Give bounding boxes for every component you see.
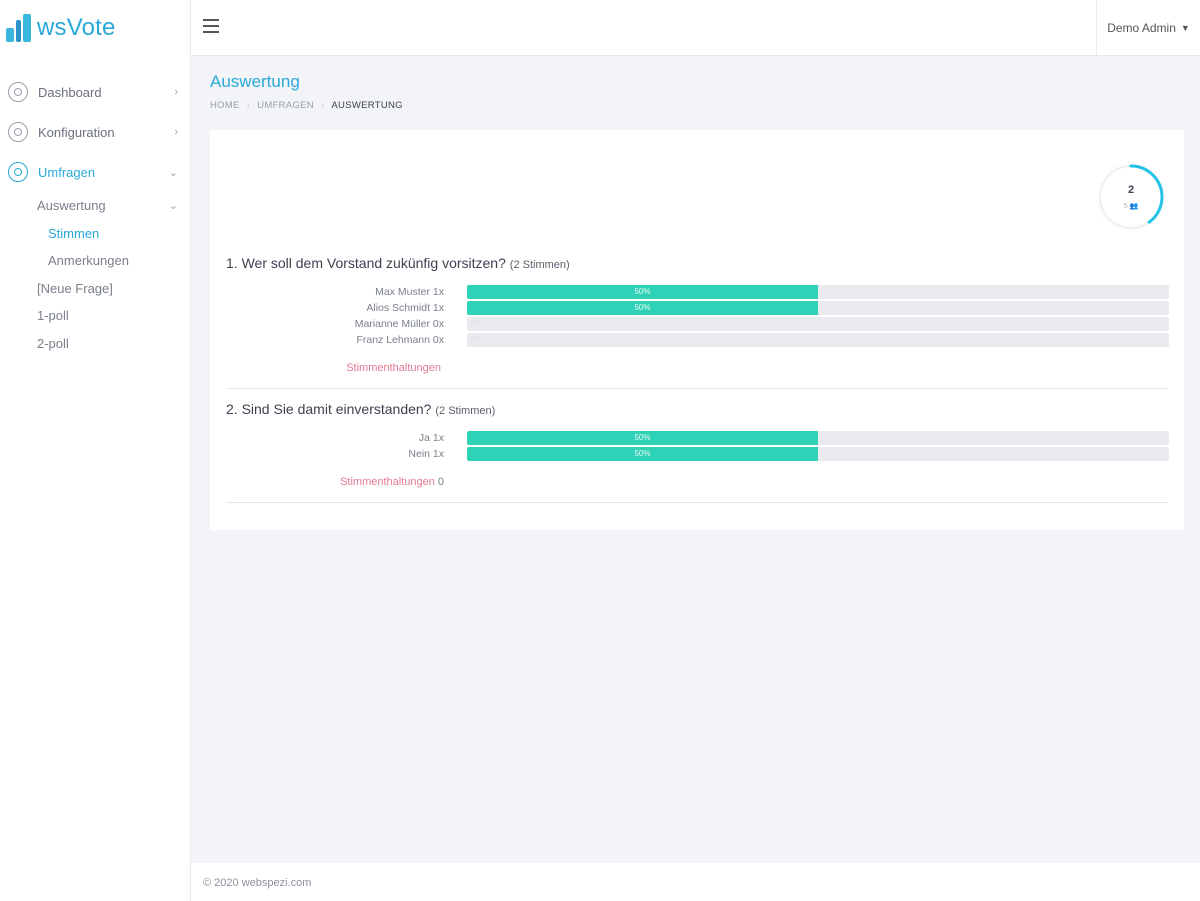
chevron-down-icon: ⌄ xyxy=(168,200,178,213)
result-percent: 0% xyxy=(470,335,482,344)
question-1-title: 1. Wer soll dem Vorstand zukünfig vorsit… xyxy=(226,255,570,271)
question-title-text: 2. Sind Sie damit einverstanden? xyxy=(226,401,432,417)
result-bar-track: 0% xyxy=(467,317,1169,331)
sidebar-sub-label: Stimmen xyxy=(48,225,100,241)
question-title-text: 1. Wer soll dem Vorstand zukünfig vorsit… xyxy=(226,255,506,271)
breadcrumb-umfragen[interactable]: Umfragen xyxy=(257,100,314,111)
sidebar-item-konfiguration[interactable]: Konfiguration › xyxy=(0,112,190,152)
option-label: Ja 1x xyxy=(418,432,444,444)
result-percent: 50% xyxy=(634,303,651,312)
question-2-title: 2. Sind Sie damit einverstanden? (2 Stim… xyxy=(226,401,495,417)
result-bar-track: 0% xyxy=(467,333,1169,347)
topbar: Demo Admin ▼ xyxy=(191,0,1200,56)
breadcrumb: Home › Umfragen › Auswertung xyxy=(210,100,1184,111)
results-card: 2 5 👥 1. Wer soll dem Vorstand zukünfig … xyxy=(210,130,1184,530)
sidebar: wsVote Dashboard › Konfiguration › Umfra… xyxy=(0,0,191,901)
gauge-total: 5 👥 xyxy=(1096,202,1166,210)
dashboard-icon xyxy=(8,82,28,102)
question-vote-count: (2 Stimmen) xyxy=(435,405,496,417)
sidebar-sub-poll-2[interactable]: 2-poll xyxy=(0,330,190,358)
option-label: Nein 1x xyxy=(408,448,444,460)
chevron-down-icon: ⌄ xyxy=(168,166,178,179)
settings-icon xyxy=(8,122,28,142)
sidebar-sub-poll-1[interactable]: 1-poll xyxy=(0,302,190,330)
result-row: Alios Schmidt 1x 50% xyxy=(226,301,1169,315)
people-icon: 👥 xyxy=(1129,203,1139,210)
menu-toggle-icon[interactable] xyxy=(203,19,219,33)
sidebar-sub-label: [Neue Frage] xyxy=(37,280,113,296)
app-logo[interactable]: wsVote xyxy=(0,0,190,56)
logo-icon xyxy=(6,14,31,42)
question-vote-count: (2 Stimmen) xyxy=(509,259,570,271)
abstentions-q2: Stimmenthaltungen 0 xyxy=(226,476,444,488)
result-row: Franz Lehmann 0x 0% xyxy=(226,333,1169,347)
footer-copyright: © 2020 webspezi.com xyxy=(203,877,312,889)
app-name: wsVote xyxy=(37,14,116,41)
result-bar-track: 50% xyxy=(467,285,1169,299)
abstention-label: Stimmenthaltungen xyxy=(346,362,441,374)
sidebar-sub-stimmen[interactable]: Stimmen xyxy=(0,220,190,248)
result-bar-track: 50% xyxy=(467,301,1169,315)
abstention-label: Stimmenthaltungen xyxy=(340,476,435,488)
main-content: Auswertung Home › Umfragen › Auswertung 2 5 … xyxy=(210,56,1184,530)
abstention-count: 0 xyxy=(437,476,444,488)
user-menu[interactable]: Demo Admin ▼ xyxy=(1096,0,1200,56)
result-row: Max Muster 1x 50% xyxy=(226,285,1169,299)
sidebar-nav: Dashboard › Konfiguration › Umfragen ⌄ A… xyxy=(0,72,190,357)
chevron-right-icon: › xyxy=(174,86,178,98)
polls-icon xyxy=(8,162,28,182)
sidebar-sub-neue-frage[interactable]: [Neue Frage] xyxy=(0,275,190,303)
sidebar-item-dashboard[interactable]: Dashboard › xyxy=(0,72,190,112)
footer: © 2020 webspezi.com xyxy=(191,863,1200,901)
sidebar-sub-label: 1-poll xyxy=(37,308,69,324)
option-label: Max Muster 1x xyxy=(375,286,444,298)
chevron-right-icon: › xyxy=(246,100,251,111)
chevron-down-icon: ▼ xyxy=(1180,23,1190,33)
option-label: Alios Schmidt 1x xyxy=(366,302,444,314)
result-percent: 50% xyxy=(634,449,651,458)
divider xyxy=(226,502,1168,503)
gauge-ring xyxy=(1096,162,1166,232)
user-name: Demo Admin xyxy=(1107,21,1176,35)
gauge-value: 2 xyxy=(1127,184,1135,196)
sidebar-item-label: Konfiguration xyxy=(38,124,115,140)
divider xyxy=(226,388,1168,389)
chevron-right-icon: › xyxy=(320,100,325,111)
result-row: Nein 1x 50% xyxy=(226,447,1169,461)
result-percent: 50% xyxy=(634,433,651,442)
participation-gauge: 2 5 👥 xyxy=(1096,162,1166,232)
sidebar-sub-anmerkungen[interactable]: Anmerkungen xyxy=(0,247,190,275)
chevron-right-icon: › xyxy=(174,126,178,138)
result-bar-track: 50% xyxy=(467,431,1169,445)
sidebar-sub-label: Anmerkungen xyxy=(48,253,129,269)
result-bar-track: 50% xyxy=(467,447,1169,461)
sidebar-item-umfragen[interactable]: Umfragen ⌄ xyxy=(0,152,190,192)
sidebar-sub-label: Auswertung xyxy=(37,198,106,214)
sidebar-item-label: Dashboard xyxy=(38,84,102,100)
result-percent: 0% xyxy=(470,319,482,328)
sidebar-sub-auswertung[interactable]: Auswertung ⌄ xyxy=(0,192,190,220)
sidebar-item-label: Umfragen xyxy=(38,164,96,180)
sidebar-sub-label: 2-poll xyxy=(37,335,69,351)
result-row: Ja 1x 50% xyxy=(226,431,1169,445)
result-percent: 50% xyxy=(634,287,651,296)
abstentions-q1: Stimmenthaltungen xyxy=(226,362,444,374)
option-label: Franz Lehmann 0x xyxy=(356,334,444,346)
breadcrumb-home[interactable]: Home xyxy=(210,100,240,111)
breadcrumb-current: Auswertung xyxy=(331,100,403,111)
result-row: Marianne Müller 0x 0% xyxy=(226,317,1169,331)
option-label: Marianne Müller 0x xyxy=(354,318,444,330)
page-title: Auswertung xyxy=(210,72,300,91)
